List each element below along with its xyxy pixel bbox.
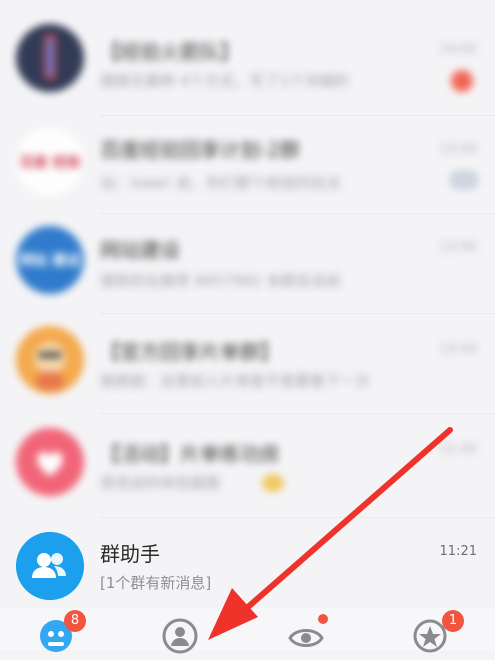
muted-icon [449,170,479,190]
qzone-badge: 1 [442,610,464,632]
tab-qzone[interactable]: 1 [410,610,464,656]
group-people-icon [16,532,84,600]
chat-avatar: 百度 经验 [16,128,84,196]
chat-preview: 搜狗优化推荐 8957992 本群告诉前 [100,272,342,290]
chat-title: 网站建设 [100,238,180,262]
chat-row-5[interactable]: 【活动】片单练功房 规范说的体验面图 11:42 [0,412,495,512]
chat-avatar [16,428,84,496]
chat-preview: 规范说的体验面图 [100,474,221,492]
chat-preview: 捆绑文案种 4个方式，写了1个详细的 [100,72,349,90]
chat-time: 13:43 [439,342,477,357]
chat-title: 百度经验回享计划-2群 [100,138,300,162]
chat-preview: [1个群有新消息] [100,574,212,592]
chat-row-3[interactable]: 网站 建设 网站建设 搜狗优化推荐 8957992 本群告诉前 13:56 [0,212,495,312]
group-assistant-avatar [16,532,84,600]
discover-dot [318,614,328,624]
heart-icon [16,428,84,496]
chat-title: 【官方回享片单群】 [100,340,280,364]
chat-row-group-assistant[interactable]: 群助手 [1个群有新消息] 11:21 [0,516,495,616]
chat-time: 13:50 [439,142,477,157]
chat-time: 11:42 [439,442,477,457]
unread-dot [451,70,473,92]
chat-preview: 朋朋朋：这里如入片单是不是要看下一次 [100,372,371,390]
bottom-tab-bar: 8 1 [0,608,495,654]
chat-time: 14:02 [439,42,477,57]
chat-preview: 站：lower 说，你们那个经验的玩法 [100,174,341,192]
chat-title: 【经验火箭队】 [100,40,240,64]
chat-time: 13:56 [439,240,477,255]
chat-title: 群助手 [100,542,160,566]
chat-row-2[interactable]: 百度 经验 百度经验回享计划-2群 站：lower 说，你们那个经验的玩法 13… [0,114,495,214]
messages-badge: 8 [64,610,86,632]
chat-avatar [16,24,84,92]
emoji-icon [262,474,284,492]
chat-avatar: 网站 建设 [16,226,84,294]
tab-discover[interactable] [286,614,328,656]
chat-title: 【活动】片单练功房 [100,442,280,466]
tab-contacts[interactable] [160,616,200,656]
chat-time: 11:21 [439,544,477,559]
chat-avatar [16,326,84,394]
contacts-person-icon [162,618,198,654]
tab-messages[interactable]: 8 [36,610,86,656]
chat-row-4[interactable]: 【官方回享片单群】 朋朋朋：这里如入片单是不是要看下一次 13:43 [0,312,495,412]
chat-row-1[interactable]: 【经验火箭队】 捆绑文案种 4个方式，写了1个详细的 14:02 [0,8,495,108]
